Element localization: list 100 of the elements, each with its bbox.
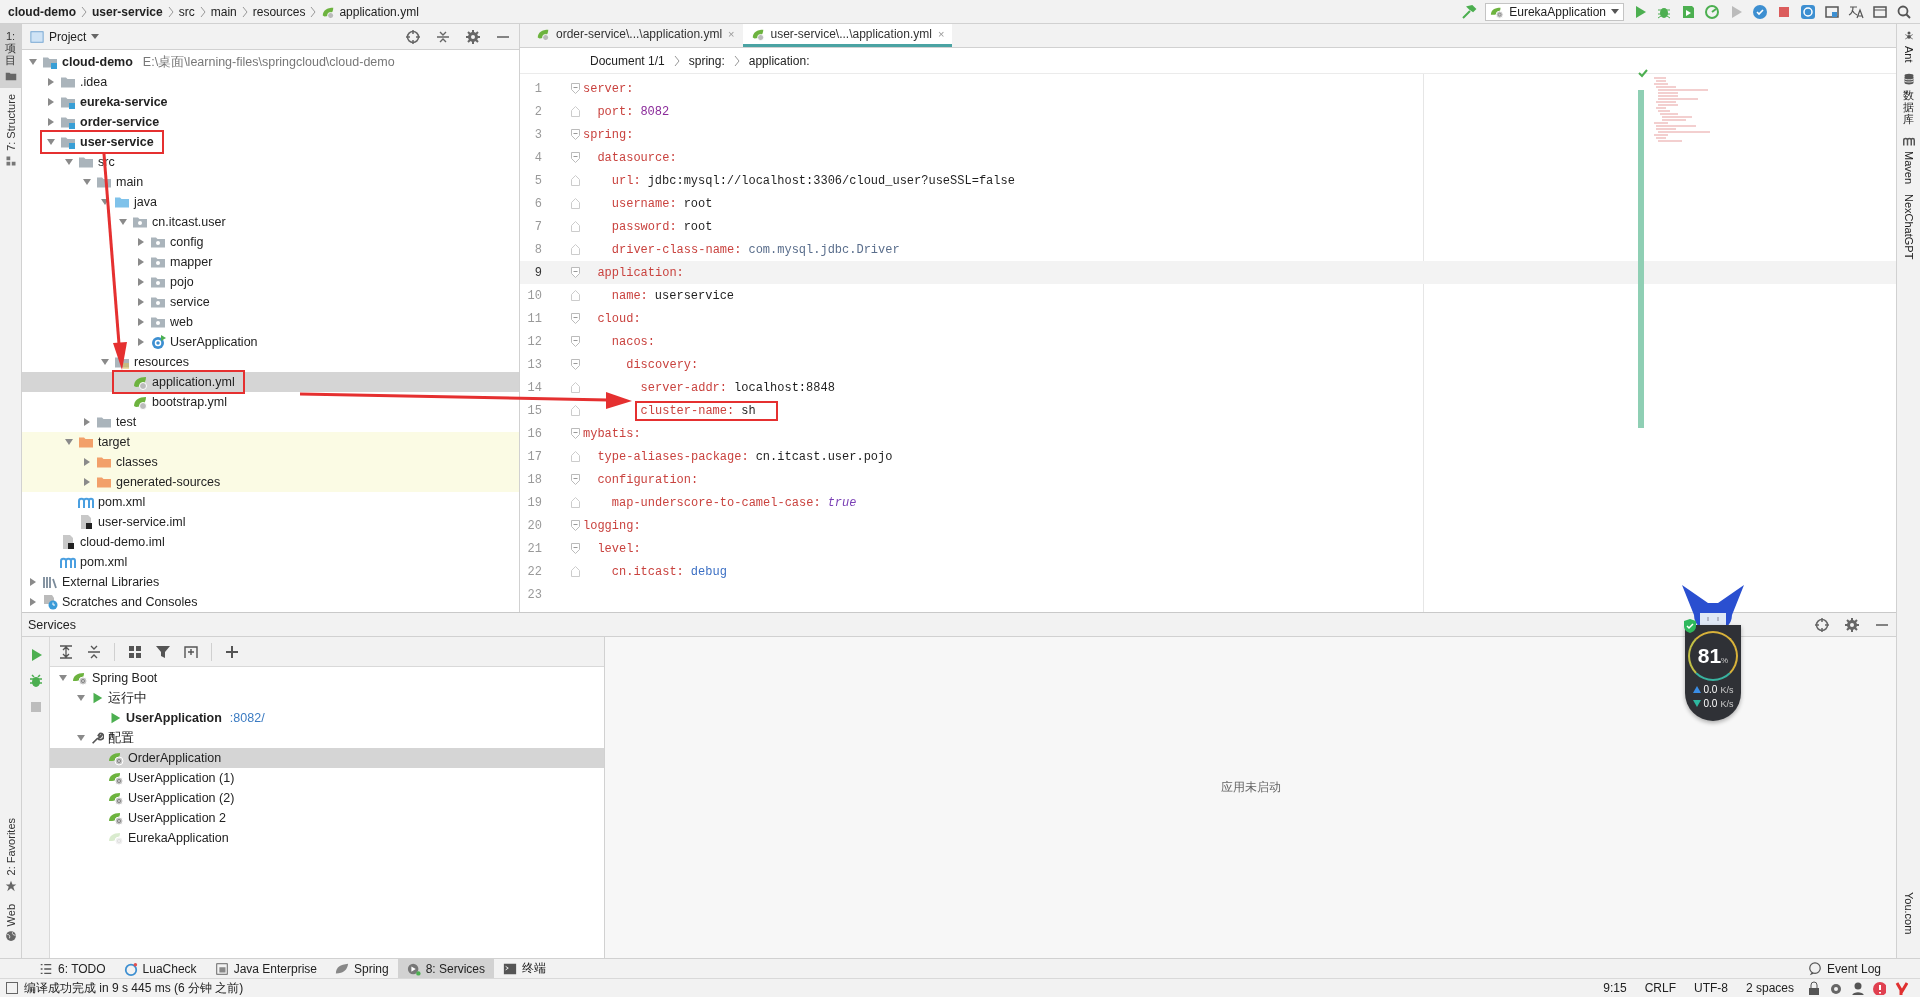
tool-window-tab[interactable]: NexChatGPT — [1902, 193, 1915, 260]
group-by-icon[interactable] — [127, 643, 143, 660]
project-view-dropdown[interactable]: Project — [30, 29, 100, 44]
tree-item[interactable]: Spring Boot — [50, 668, 604, 688]
profile-icon[interactable] — [1704, 3, 1720, 20]
run-configuration-dropdown[interactable]: EurekaApplication — [1485, 2, 1624, 21]
tool-window-tab[interactable]: LuaCheck — [114, 959, 206, 978]
inspector-icon[interactable] — [1850, 981, 1864, 995]
tree-item[interactable]: web — [22, 312, 519, 332]
tree-item[interactable]: OrderApplication — [50, 748, 604, 768]
port-link[interactable]: :8082/ — [229, 711, 265, 725]
tree-item[interactable]: EurekaApplication — [50, 828, 604, 848]
tool-window-tab[interactable]: 8: Services — [397, 959, 495, 978]
fold-end-icon[interactable] — [571, 198, 580, 209]
fold-marker-icon[interactable] — [571, 543, 580, 554]
fold-end-icon[interactable] — [571, 451, 580, 462]
settings-icon[interactable] — [465, 28, 481, 45]
fold-marker-icon[interactable] — [571, 313, 580, 324]
status-item[interactable]: 2 spaces — [1739, 981, 1800, 995]
tool-window-tab[interactable]: Spring — [326, 959, 398, 978]
tree-item[interactable]: java — [22, 192, 519, 212]
status-item[interactable]: CRLF — [1638, 981, 1682, 995]
tree-item[interactable]: classes — [22, 452, 519, 472]
fold-end-icon[interactable] — [571, 497, 580, 508]
collapse-all-icon[interactable] — [86, 643, 102, 660]
status-item[interactable]: UTF-8 — [1687, 981, 1734, 995]
tree-item[interactable]: main — [22, 172, 519, 192]
fold-marker-icon[interactable] — [571, 267, 580, 278]
fold-end-icon[interactable] — [571, 382, 580, 393]
status-item[interactable]: 9:15 — [1597, 981, 1633, 995]
tree-item[interactable]: 运行中 — [50, 688, 604, 708]
fold-marker-icon[interactable] — [571, 520, 580, 531]
tree-item[interactable]: 配置 — [50, 728, 604, 748]
tree-item[interactable]: application.yml — [22, 372, 519, 392]
tree-item[interactable]: bootstrap.yml — [22, 392, 519, 412]
tree-item[interactable]: user-service.iml — [22, 512, 519, 532]
editor-tab[interactable]: user-service\...\application.yml × — [742, 24, 953, 47]
locate-icon[interactable] — [1814, 616, 1830, 633]
tree-item[interactable]: cloud-demo E:\桌面\learning-files\springcloud\cloud-demo — [22, 52, 519, 72]
breadcrumb[interactable]: resources — [252, 4, 306, 19]
hammer-icon[interactable] — [1461, 3, 1478, 20]
tool-window-tab[interactable]: 1: 项目 — [0, 24, 21, 89]
editor-tab[interactable]: order-service\...\application.yml × — [528, 24, 743, 47]
search-icon[interactable] — [1896, 3, 1912, 20]
add-icon[interactable] — [224, 643, 240, 660]
breadcrumb[interactable]: src — [178, 4, 195, 19]
tree-item[interactable]: UserApplication (1) — [50, 768, 604, 788]
fold-end-icon[interactable] — [571, 221, 580, 232]
tree-item[interactable]: order-service — [22, 112, 519, 132]
debug-icon[interactable] — [27, 673, 44, 689]
tool-window-tab[interactable]: You.com — [1902, 891, 1915, 934]
tool-window-tab[interactable]: Web — [0, 897, 21, 948]
fold-marker-icon[interactable] — [571, 336, 580, 347]
fold-marker-icon[interactable] — [571, 359, 580, 370]
tree-item[interactable]: .idea — [22, 72, 519, 92]
breadcrumb[interactable]: Document 1/1 — [590, 53, 665, 68]
breadcrumb[interactable]: cloud-demo — [8, 4, 76, 19]
tree-item[interactable]: config — [22, 232, 519, 252]
coverage-icon[interactable] — [1680, 3, 1696, 20]
fold-end-icon[interactable] — [571, 244, 580, 255]
fold-end-icon[interactable] — [571, 106, 580, 117]
tree-item[interactable]: target — [22, 432, 519, 452]
tree-item[interactable]: pojo — [22, 272, 519, 292]
fold-marker-icon[interactable] — [571, 152, 580, 163]
tree-item[interactable]: UserApplication — [22, 332, 519, 352]
tree-item[interactable]: External Libraries — [22, 572, 519, 592]
tree-item[interactable]: generated-sources — [22, 472, 519, 492]
tree-item[interactable]: test — [22, 412, 519, 432]
settings-icon[interactable] — [1844, 616, 1860, 633]
tool-window-tab[interactable]: Java Enterprise — [205, 959, 326, 978]
fold-end-icon[interactable] — [571, 566, 580, 577]
breadcrumb[interactable]: user-service — [92, 4, 163, 19]
breadcrumb[interactable]: application.yml — [321, 4, 419, 19]
tree-item[interactable]: pom.xml — [22, 552, 519, 572]
expand-all-icon[interactable] — [58, 643, 74, 660]
gear-icon[interactable] — [1828, 981, 1842, 995]
tree-item[interactable]: UserApplication (2) — [50, 788, 604, 808]
fold-end-icon[interactable] — [571, 175, 580, 186]
tree-item[interactable]: UserApplication 2 — [50, 808, 604, 828]
tree-item[interactable]: eureka-service — [22, 92, 519, 112]
tree-item[interactable]: Scratches and Consoles — [22, 592, 519, 612]
fold-marker-icon[interactable] — [571, 83, 580, 94]
tool-window-tab[interactable]: 6: TODO — [30, 959, 115, 978]
tool-window-tab[interactable]: 数据库 — [1902, 72, 1915, 125]
tree-item[interactable]: user-service — [22, 132, 519, 152]
breadcrumb[interactable]: spring: — [688, 53, 725, 68]
window-icon[interactable] — [1872, 3, 1888, 20]
tree-item[interactable]: cloud-demo.iml — [22, 532, 519, 552]
project-structure-icon[interactable] — [1824, 3, 1840, 20]
translate-icon[interactable] — [1848, 3, 1864, 20]
fold-end-icon[interactable] — [571, 290, 580, 301]
error-icon[interactable] — [1872, 981, 1886, 995]
tree-item[interactable]: mapper — [22, 252, 519, 272]
fold-marker-icon[interactable] — [571, 474, 580, 485]
lock-icon[interactable] — [1806, 981, 1820, 995]
event-log-tab[interactable]: Event Log — [1798, 959, 1890, 978]
panel-toggle-icon[interactable] — [6, 982, 18, 994]
tree-item[interactable]: cn.itcast.user — [22, 212, 519, 232]
fold-end-icon[interactable] — [571, 405, 580, 416]
fold-marker-icon[interactable] — [571, 428, 580, 439]
